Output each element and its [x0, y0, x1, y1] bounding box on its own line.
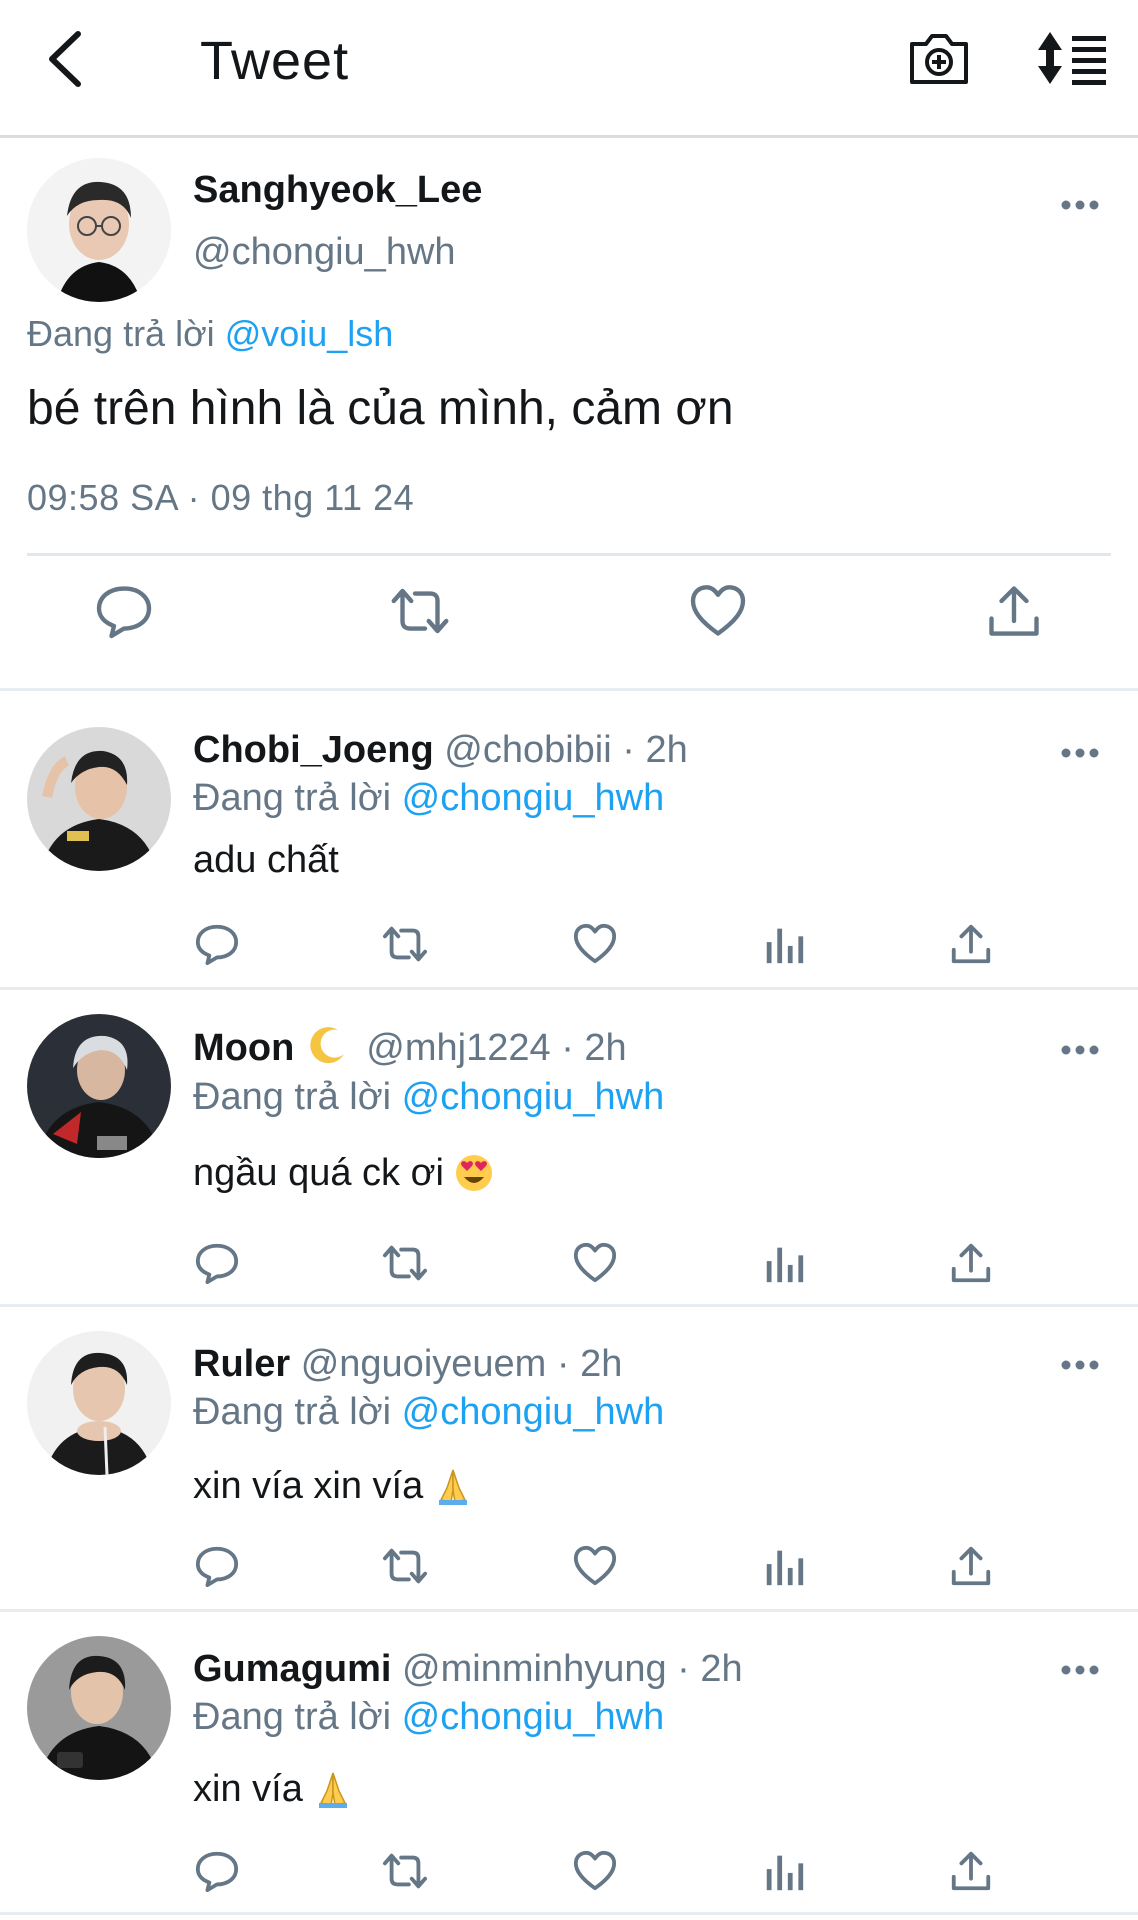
- replying-to-link[interactable]: @voiu_lsh: [225, 313, 394, 354]
- author-handle[interactable]: @nguoiyeuem · 2h: [301, 1343, 623, 1385]
- author-name[interactable]: Ruler: [193, 1343, 290, 1385]
- reply-text: adu chất: [193, 839, 339, 882]
- more-icon[interactable]: [1060, 197, 1100, 213]
- like-icon[interactable]: [572, 1848, 618, 1894]
- author-handle[interactable]: @chongiu_hwh: [193, 231, 456, 274]
- share-icon[interactable]: [948, 921, 994, 967]
- reply-icon[interactable]: [94, 581, 154, 641]
- author-handle[interactable]: @mhj1224 · 2h: [366, 1027, 626, 1069]
- reply-text-content: xin vía xin vía: [193, 1465, 424, 1507]
- reply-tweet[interactable]: Chobi_Joeng @chobibii · 2h Đang trả lời …: [0, 691, 1138, 987]
- retweet-icon[interactable]: [382, 921, 428, 967]
- replying-to: Đang trả lời @voiu_lsh: [27, 313, 393, 355]
- replying-to-label: Đang trả lời: [193, 1696, 392, 1738]
- main-tweet: Sanghyeok_Lee @chongiu_hwh Đang trả lời …: [0, 141, 1138, 688]
- sort-icon[interactable]: [1036, 30, 1108, 86]
- avatar[interactable]: [27, 1331, 171, 1475]
- retweet-icon[interactable]: [390, 581, 450, 641]
- page-title: Tweet: [200, 31, 350, 91]
- reply-tweet[interactable]: Gumagumi @minminhyung · 2h Đang trả lời …: [0, 1612, 1138, 1912]
- reply-icon[interactable]: [194, 1543, 240, 1589]
- share-icon[interactable]: [948, 1848, 994, 1894]
- author-name[interactable]: Gumagumi: [193, 1648, 391, 1690]
- reply-text-content: adu chất: [193, 839, 339, 881]
- replying-to-link[interactable]: @chongiu_hwh: [402, 777, 665, 819]
- share-icon[interactable]: [948, 1543, 994, 1589]
- avatar[interactable]: [27, 727, 171, 871]
- replying-to: Đang trả lời @chongiu_hwh: [193, 1076, 664, 1119]
- more-icon[interactable]: [1060, 745, 1100, 761]
- reply-icon[interactable]: [194, 1240, 240, 1286]
- reply-header: Chobi_Joeng @chobibii · 2h: [193, 729, 688, 772]
- replying-to-label: Đang trả lời: [193, 777, 392, 819]
- author-handle[interactable]: @minminhyung · 2h: [402, 1648, 743, 1690]
- reply-tweet[interactable]: Ruler @nguoiyeuem · 2h Đang trả lời @cho…: [0, 1307, 1138, 1609]
- replying-to: Đang trả lời @chongiu_hwh: [193, 1391, 664, 1434]
- share-icon[interactable]: [948, 1240, 994, 1286]
- retweet-icon[interactable]: [382, 1240, 428, 1286]
- like-icon[interactable]: [572, 921, 618, 967]
- analytics-icon[interactable]: [761, 1240, 807, 1286]
- replying-to-link[interactable]: @chongiu_hwh: [402, 1391, 665, 1433]
- like-icon[interactable]: [572, 1240, 618, 1286]
- reply-text-content: ngầu quá ck ơi: [193, 1152, 444, 1194]
- replying-to-link[interactable]: @chongiu_hwh: [402, 1696, 665, 1738]
- reply-tweet[interactable]: Moon @mhj1224 · 2h Đang trả lời @chongiu_…: [0, 990, 1138, 1304]
- more-icon[interactable]: [1060, 1042, 1100, 1058]
- reply-header: Moon @mhj1224 · 2h: [193, 1026, 627, 1070]
- reply-header: Gumagumi @minminhyung · 2h: [193, 1648, 743, 1691]
- author-handle[interactable]: @chobibii · 2h: [444, 729, 687, 771]
- like-icon[interactable]: [572, 1543, 618, 1589]
- tweet-text: bé trên hình là của mình, cảm ơn: [27, 382, 734, 435]
- divider: [0, 1912, 1138, 1915]
- author-name[interactable]: Chobi_Joeng: [193, 729, 434, 771]
- more-icon[interactable]: [1060, 1357, 1100, 1373]
- heart-eyes-emoji: [455, 1155, 492, 1191]
- tweet-actions: [0, 581, 1138, 651]
- reply-text: xin vía xin vía: [193, 1465, 473, 1508]
- replying-to-label: Đang trả lời: [193, 1076, 392, 1118]
- reply-icon[interactable]: [194, 921, 240, 967]
- author-name[interactable]: Moon: [193, 1027, 294, 1069]
- avatar[interactable]: [27, 1014, 171, 1158]
- replying-to: Đang trả lời @chongiu_hwh: [193, 777, 664, 820]
- more-icon[interactable]: [1060, 1662, 1100, 1678]
- replying-to-link[interactable]: @chongiu_hwh: [402, 1076, 665, 1118]
- reply-icon[interactable]: [194, 1848, 240, 1894]
- retweet-icon[interactable]: [382, 1543, 428, 1589]
- share-icon[interactable]: [984, 581, 1044, 641]
- camera-icon[interactable]: [908, 30, 970, 86]
- analytics-icon[interactable]: [761, 1543, 807, 1589]
- folded-hands-emoji: [318, 1772, 347, 1808]
- replying-to-label: Đang trả lời: [27, 313, 215, 354]
- analytics-icon[interactable]: [761, 1848, 807, 1894]
- retweet-icon[interactable]: [382, 1848, 428, 1894]
- replying-to: Đang trả lời @chongiu_hwh: [193, 1696, 664, 1739]
- divider: [27, 553, 1111, 556]
- like-icon[interactable]: [688, 581, 748, 641]
- top-bar: Tweet: [0, 0, 1138, 138]
- reply-text-content: xin vía: [193, 1768, 303, 1810]
- tweet-timestamp: 09:58 SA · 09 thg 11 24: [27, 477, 415, 518]
- reply-text: ngầu quá ck ơi: [193, 1152, 494, 1195]
- folded-hands-emoji: [439, 1469, 468, 1505]
- avatar[interactable]: [27, 158, 171, 302]
- crescent-moon-emoji: [310, 1027, 345, 1064]
- back-arrow-icon[interactable]: [38, 26, 98, 92]
- reply-header: Ruler @nguoiyeuem · 2h: [193, 1343, 622, 1386]
- author-name[interactable]: Sanghyeok_Lee: [193, 169, 482, 212]
- replying-to-label: Đang trả lời: [193, 1391, 392, 1433]
- reply-text: xin vía: [193, 1768, 353, 1811]
- analytics-icon[interactable]: [761, 921, 807, 967]
- avatar[interactable]: [27, 1636, 171, 1780]
